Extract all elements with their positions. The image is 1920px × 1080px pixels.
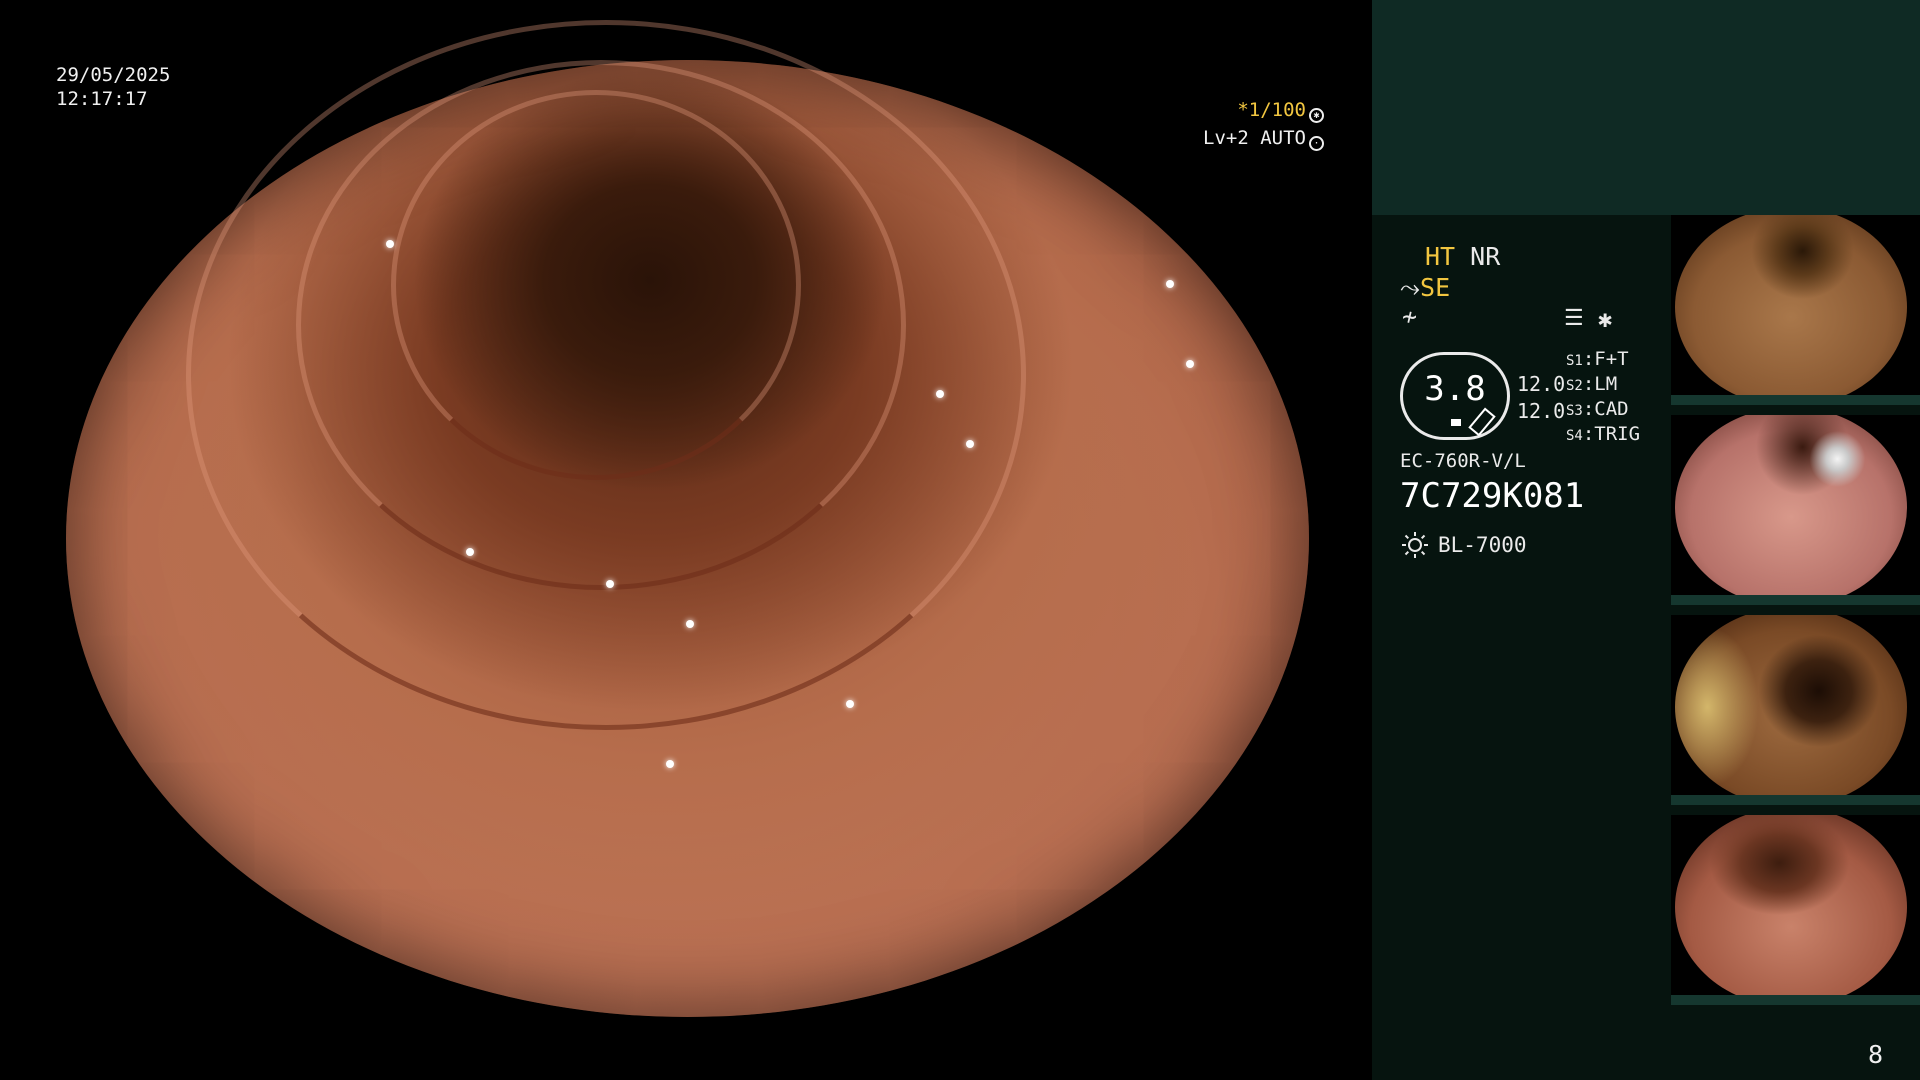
shutter-value: *1/100: [1237, 99, 1306, 121]
switch-3-value: :CAD: [1582, 398, 1629, 420]
light-reflection: [846, 700, 854, 708]
light-reflection: [936, 390, 944, 398]
captured-thumbnail[interactable]: [1671, 615, 1920, 805]
se-label: SE: [1420, 273, 1451, 302]
level-value: Lv+2 AUTO: [1203, 127, 1306, 149]
switch-1-key: S1: [1566, 353, 1583, 369]
captured-thumbnail[interactable]: [1671, 415, 1920, 605]
thumbnail-bar: [1671, 395, 1920, 405]
star-icon: ✱: [1598, 305, 1613, 333]
switch-1-value: :F+T: [1582, 348, 1629, 370]
menu-icon: ☰: [1564, 306, 1584, 331]
sun-icon: [1402, 532, 1428, 558]
switch-3-key: S3: [1566, 403, 1583, 419]
tilde-icon: ≁: [1402, 302, 1418, 331]
light-reflection: [1166, 280, 1174, 288]
captured-thumbnail[interactable]: [1671, 215, 1920, 405]
thumbnail-bar: [1671, 795, 1920, 805]
light-reflection: [666, 760, 674, 768]
panel-header-area: [1372, 0, 1920, 215]
switch-1: S1:F+T: [1566, 348, 1629, 370]
thumbnail-bar: [1671, 995, 1920, 1005]
switch-4: S4:TRIG: [1566, 423, 1640, 445]
se-row: ⤳SE: [1400, 274, 1450, 302]
thumbnail-image: [1675, 815, 1907, 1005]
page-number: 8: [1868, 1040, 1884, 1069]
shutter-speed: *1/100 ✱: [1237, 98, 1324, 123]
switch-2-value: :LM: [1582, 373, 1618, 395]
scope-serial: 7C729K081: [1400, 476, 1585, 516]
gauge-value: 3.8: [1424, 369, 1486, 409]
switch-4-key: S4: [1566, 428, 1583, 444]
setting-value-b: 12.0: [1517, 399, 1566, 423]
switch-3: S3:CAD: [1566, 398, 1629, 420]
switch-2-key: S2: [1566, 378, 1583, 394]
ht-nr-row: HT NR: [1425, 243, 1500, 271]
light-reflection: [466, 548, 474, 556]
auto-icon: ·: [1309, 136, 1324, 151]
date-text: 29/05/2025: [56, 64, 171, 86]
switch-4-value: :TRIG: [1582, 423, 1641, 445]
gauge-indicator: [1468, 407, 1496, 437]
light-source: BL-7000: [1438, 533, 1527, 557]
time-text: 12:17:17: [56, 88, 148, 110]
scope-icon: ⤳: [1400, 273, 1421, 302]
gauge-marker: [1451, 419, 1461, 426]
light-reflection: [966, 440, 974, 448]
thumbnail-image: [1675, 215, 1907, 405]
endoscope-image: [66, 20, 1309, 1017]
mucosa-fold: [186, 20, 1026, 730]
light-reflection: [386, 240, 394, 248]
switch-2: S2:LM: [1566, 373, 1617, 395]
info-panel: HT NR ⤳SE ≁ ☰ ✱ 3.8 12.0 12.0 S1:F+T S2:…: [1372, 0, 1920, 1080]
thumbnail-image: [1675, 615, 1907, 805]
scope-model: EC-760R-V/L: [1400, 450, 1526, 472]
thumbnail-image: [1675, 415, 1907, 605]
nr-label: NR: [1470, 242, 1501, 271]
live-endoscope-view: 29/05/2025 12:17:17 *1/100 ✱ Lv+2 AUTO ·: [0, 0, 1372, 1080]
light-reflection: [686, 620, 694, 628]
setting-value-a: 12.0: [1517, 372, 1566, 396]
aperture-icon: ✱: [1309, 108, 1324, 123]
gauge: 3.8: [1400, 352, 1510, 440]
ht-label: HT: [1425, 242, 1456, 271]
thumbnail-bar: [1671, 595, 1920, 605]
brightness-level: Lv+2 AUTO ·: [1203, 126, 1324, 151]
light-reflection: [606, 580, 614, 588]
light-reflection: [1186, 360, 1194, 368]
captured-thumbnail[interactable]: [1671, 815, 1920, 1005]
